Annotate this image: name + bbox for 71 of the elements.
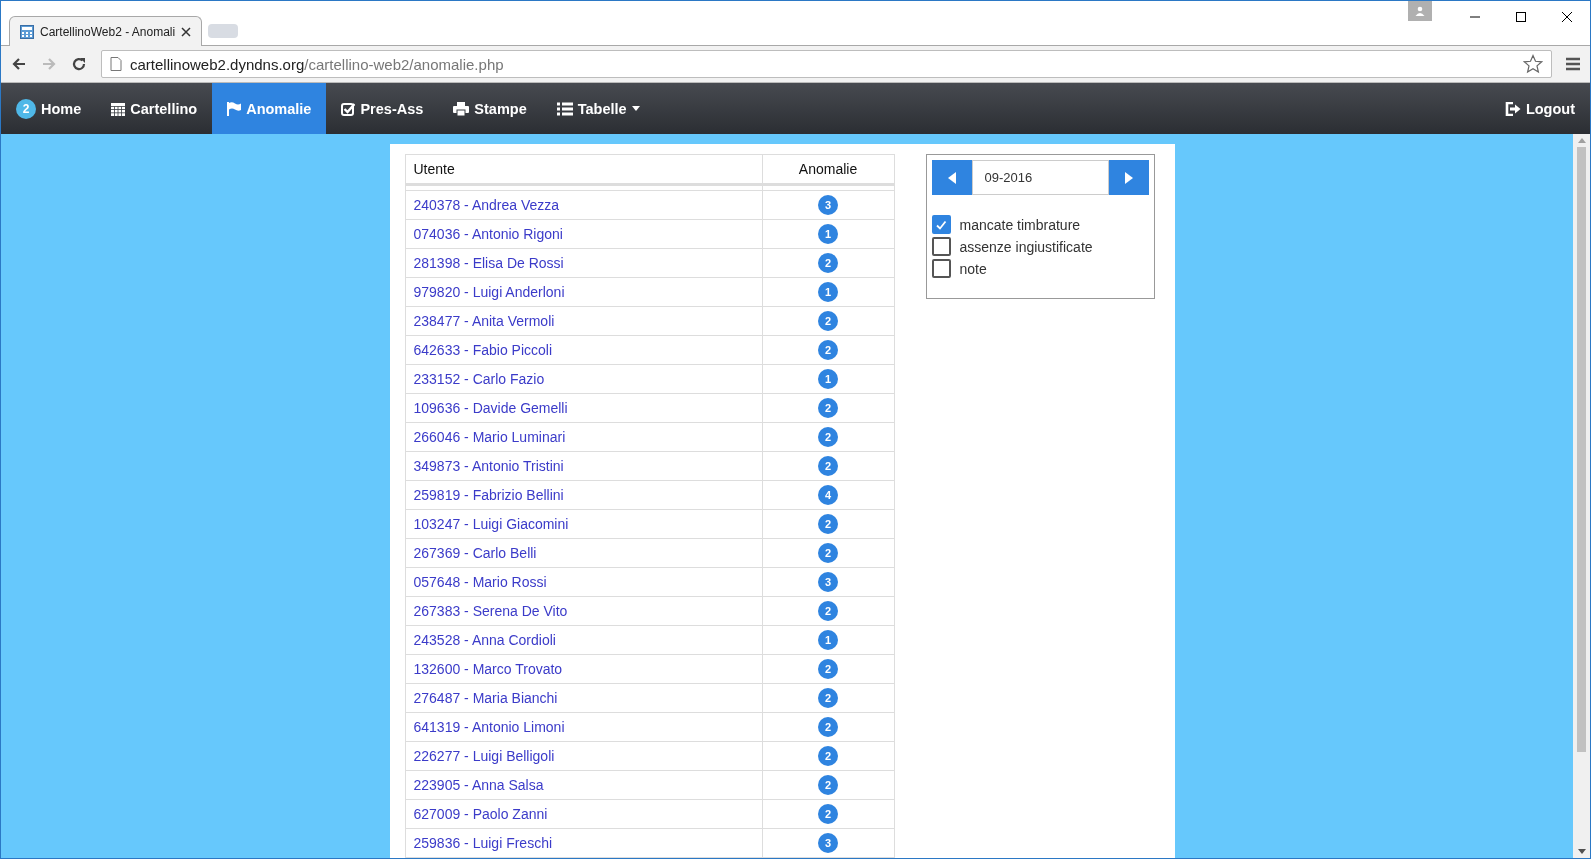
- page-icon: [110, 57, 122, 71]
- checkmark-icon: [935, 218, 947, 231]
- browser-tab[interactable]: CartellinoWeb2 - Anomali: [9, 16, 203, 46]
- left-triangle-icon: [947, 171, 956, 184]
- checkbox-label: note: [959, 260, 987, 277]
- reload-icon[interactable]: [71, 56, 87, 72]
- tab-title: CartellinoWeb2 - Anomali: [40, 24, 176, 39]
- checkbox-label: assenze ingiustificate: [959, 238, 1093, 255]
- checkbox-label: mancate timbrature: [959, 216, 1081, 233]
- nav-item[interactable]: Pres-Ass: [326, 83, 439, 134]
- star-icon[interactable]: [1523, 54, 1543, 74]
- count-badge: 1: [818, 282, 838, 302]
- right-triangle-icon: [1124, 171, 1133, 184]
- count-badge: 2: [818, 659, 838, 679]
- close-icon[interactable]: [181, 26, 192, 37]
- nav-item[interactable]: 2 Home: [1, 83, 97, 134]
- url-text: cartellinoweb2.dyndns.org/cartellino-web2/anomalie.php: [130, 55, 504, 73]
- count-badge: 2: [818, 427, 838, 447]
- count-badge: 1: [818, 369, 838, 389]
- count-badge: 1: [818, 224, 838, 244]
- count-badge: 3: [818, 833, 838, 853]
- count-badge: 2: [818, 253, 838, 273]
- month-field[interactable]: 09-2016: [971, 160, 1109, 195]
- calculator-icon: [20, 24, 34, 39]
- menu-icon[interactable]: [1566, 57, 1580, 71]
- user-link[interactable]: 233152 - Carlo Fazio: [413, 371, 545, 387]
- sign-out-icon: [1504, 101, 1521, 116]
- count-badge: 2: [818, 311, 838, 331]
- count-badge: 2: [16, 98, 36, 119]
- checkbox[interactable]: [931, 259, 951, 278]
- count-badge: 2: [818, 804, 838, 824]
- count-badge: 2: [818, 398, 838, 418]
- previous-month-button[interactable]: [931, 160, 972, 195]
- nav-item[interactable]: Cartellino: [96, 83, 213, 134]
- checkbox[interactable]: [931, 215, 951, 234]
- user-link[interactable]: 267369 - Carlo Belli: [413, 545, 537, 561]
- logout-link[interactable]: Logout: [1489, 83, 1590, 134]
- printer-icon: [453, 101, 470, 116]
- column-header: Utente: [405, 154, 762, 185]
- checkbox[interactable]: [931, 237, 951, 256]
- count-badge: 2: [818, 543, 838, 563]
- checkbox-icon: [341, 101, 356, 116]
- count-badge: 2: [818, 456, 838, 476]
- next-month-button[interactable]: [1108, 160, 1149, 195]
- maximize-icon[interactable]: [1515, 11, 1527, 23]
- address-bar[interactable]: cartellinoweb2.dyndns.org/cartellino-web2/anomalie.php: [101, 50, 1552, 78]
- nav-item[interactable]: Stampe: [438, 83, 542, 134]
- person-icon: [1415, 6, 1425, 16]
- scrollbar-thumb[interactable]: [1577, 147, 1586, 752]
- user-link[interactable]: 223905 - Anna Salsa: [413, 777, 544, 793]
- count-badge: 3: [818, 572, 838, 592]
- count-badge: 2: [818, 717, 838, 737]
- list-icon: [556, 101, 573, 116]
- calendar-icon: [111, 101, 126, 116]
- count-badge: 4: [818, 485, 838, 505]
- flag-icon: [227, 101, 242, 116]
- close-icon[interactable]: [1561, 11, 1573, 23]
- nav-item[interactable]: Anomalie: [212, 83, 327, 134]
- back-arrow-icon[interactable]: [11, 56, 27, 72]
- scroll-down-icon[interactable]: [1577, 849, 1586, 854]
- count-badge: 2: [818, 601, 838, 621]
- count-badge: 2: [818, 775, 838, 795]
- count-badge: 2: [818, 746, 838, 766]
- count-badge: 1: [818, 630, 838, 650]
- count-badge: 2: [818, 514, 838, 534]
- count-badge: 3: [818, 195, 838, 215]
- count-badge: 2: [818, 688, 838, 708]
- scrollbar[interactable]: [1573, 134, 1590, 858]
- nav-item[interactable]: Tabelle: [541, 83, 655, 134]
- column-header: Anomalie: [762, 154, 894, 185]
- count-badge: 2: [818, 340, 838, 360]
